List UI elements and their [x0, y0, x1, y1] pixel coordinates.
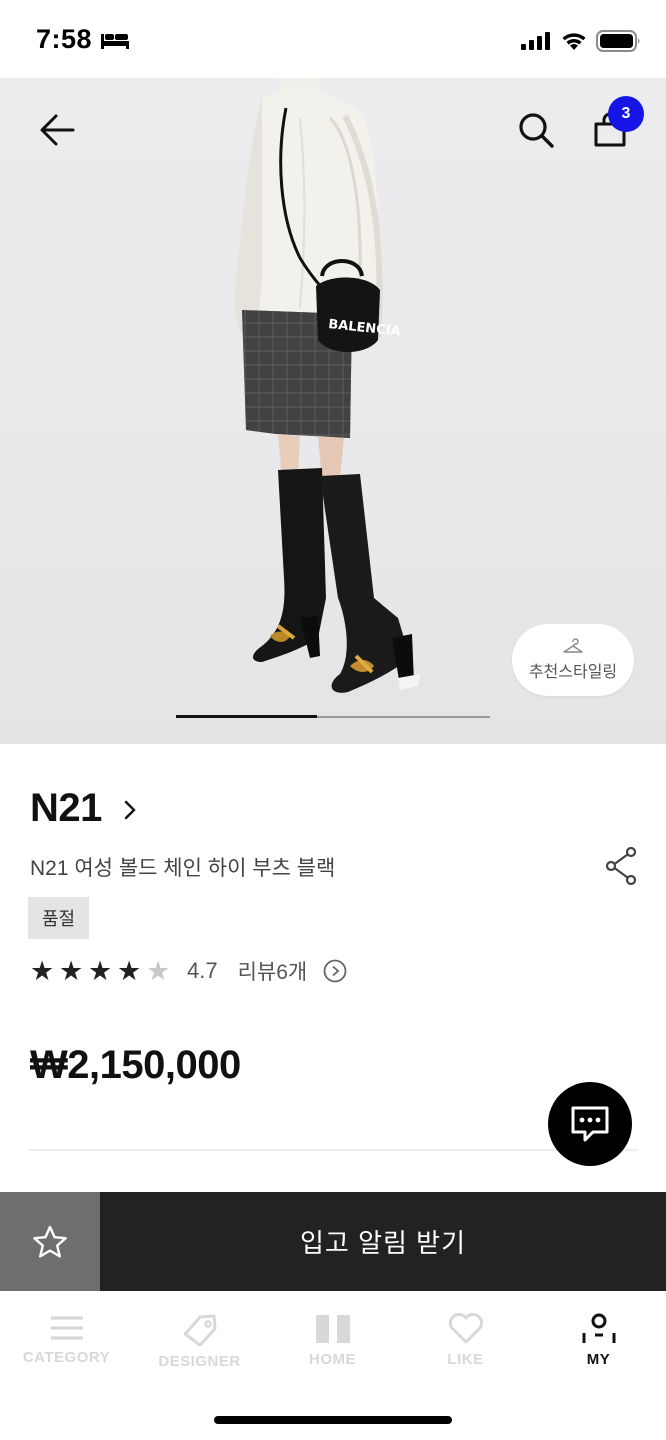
divider: [28, 1149, 638, 1151]
product-image-carousel[interactable]: BALENCIA 3 추천스타일링: [0, 78, 666, 744]
search-icon: [519, 113, 554, 148]
play-circle-icon[interactable]: [323, 959, 347, 983]
home-indicator[interactable]: [214, 1416, 452, 1424]
chat-button[interactable]: [548, 1082, 632, 1166]
tab-like[interactable]: LIKE: [399, 1313, 532, 1383]
person-icon: [582, 1313, 615, 1343]
rating-stars: ★ ★ ★ ★ ★: [30, 955, 175, 986]
tab-label: CATEGORY: [22, 1349, 111, 1366]
cart-count-badge: 3: [608, 96, 644, 132]
chat-bubble-icon: [571, 1106, 609, 1142]
rating-row: ★ ★ ★ ★ ★ 4.7 리뷰6개: [30, 956, 347, 986]
product-price: ₩2,150,000: [30, 1043, 241, 1087]
tab-label: MY: [586, 1351, 611, 1368]
carousel-progress-fill: [176, 715, 318, 718]
recommended-styling-label: 추천스타일링: [528, 664, 618, 681]
star-icon: ★: [88, 955, 113, 986]
star-outline-icon: [33, 1225, 67, 1258]
arrow-left-icon: [40, 114, 75, 146]
recommended-styling-button[interactable]: 추천스타일링: [512, 624, 634, 696]
carousel-progress-track: [176, 715, 490, 718]
tab-home[interactable]: HOME: [266, 1313, 399, 1383]
restock-notify-button[interactable]: 입고 알림 받기: [100, 1192, 666, 1291]
tab-label: HOME: [309, 1351, 356, 1368]
status-time: 7:58: [36, 24, 93, 54]
menu-icon: [50, 1316, 83, 1340]
brand-link[interactable]: N21: [30, 786, 136, 831]
star-icon: ★: [117, 955, 142, 986]
tab-label: DESIGNER: [158, 1353, 241, 1370]
battery-icon: [596, 30, 640, 52]
rating-score: 4.7: [187, 958, 218, 983]
back-button[interactable]: [36, 108, 80, 152]
hanger-icon: [563, 638, 583, 653]
review-count-link[interactable]: 리뷰6개: [238, 956, 308, 986]
product-name: N21 여성 볼드 체인 하이 부츠 블랙: [30, 857, 336, 880]
sold-out-badge: 품절: [28, 897, 90, 939]
status-bar: 7:58: [0, 0, 666, 78]
tab-category[interactable]: CATEGORY: [0, 1313, 133, 1383]
tab-label: LIKE: [447, 1351, 484, 1368]
star-icon: ★: [30, 955, 55, 986]
search-button[interactable]: [514, 108, 558, 152]
tab-designer[interactable]: DESIGNER: [133, 1313, 266, 1383]
cellular-signal-icon: [521, 32, 550, 50]
chevron-right-icon: [124, 800, 136, 819]
brand-name: N21: [30, 786, 102, 830]
like-button[interactable]: [0, 1192, 100, 1291]
wifi-icon: [562, 33, 586, 50]
heart-icon: [448, 1313, 483, 1344]
sleep-mode-icon: [101, 34, 129, 49]
star-icon: ★: [59, 955, 84, 986]
tab-my[interactable]: MY: [532, 1313, 665, 1383]
share-icon: [605, 846, 637, 886]
star-empty-icon: ★: [146, 955, 171, 986]
tag-icon: [183, 1314, 216, 1347]
share-button[interactable]: [600, 846, 644, 886]
home-icon: [315, 1315, 350, 1343]
